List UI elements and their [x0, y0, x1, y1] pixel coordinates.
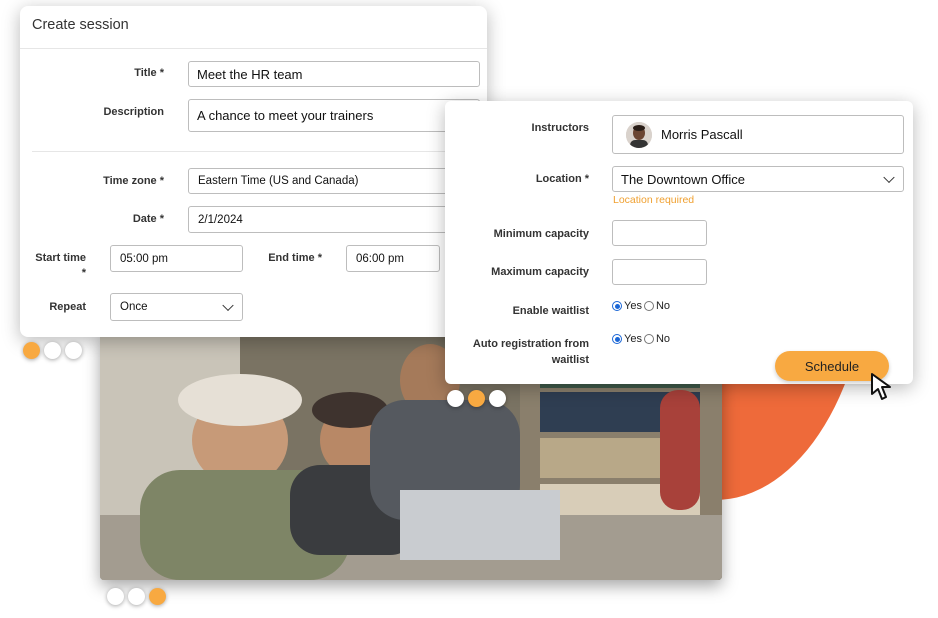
- divider: [32, 151, 477, 152]
- mouse-cursor-icon: [871, 373, 891, 400]
- timezone-select[interactable]: Eastern Time (US and Canada): [188, 168, 480, 194]
- repeat-select[interactable]: Once: [110, 293, 243, 321]
- auto-registration-label: Auto registration from: [472, 338, 589, 350]
- min-capacity-label: Minimum capacity: [493, 228, 589, 240]
- description-textarea[interactable]: A chance to meet your trainers: [188, 99, 480, 132]
- waitlist-radio-group: Yes No: [612, 300, 672, 312]
- auto-registration-yes-radio[interactable]: [612, 334, 622, 344]
- date-label: Date *: [132, 213, 164, 225]
- divider: [20, 48, 487, 49]
- carousel-dot[interactable]: [65, 342, 82, 359]
- min-capacity-input[interactable]: [612, 220, 707, 246]
- max-capacity-input[interactable]: [612, 259, 707, 285]
- auto-registration-no-radio[interactable]: [643, 334, 654, 344]
- auto-registration-yes-label: Yes: [624, 333, 642, 345]
- waitlist-no-label: No: [655, 300, 671, 312]
- title-input[interactable]: Meet the HR team: [188, 61, 480, 87]
- timezone-label: Time zone *: [103, 175, 164, 187]
- chevron-down-icon: [883, 171, 895, 184]
- create-session-panel: Create session Title * Meet the HR team …: [20, 6, 487, 337]
- description-label: Description: [103, 106, 164, 118]
- end-time-label: End time *: [268, 252, 322, 264]
- repeat-label: Repeat: [49, 301, 86, 313]
- carousel-dot[interactable]: [468, 390, 485, 407]
- location-error: Location required: [613, 194, 695, 206]
- carousel-dot[interactable]: [107, 588, 124, 605]
- max-capacity-label: Maximum capacity: [491, 266, 589, 278]
- carousel-dot[interactable]: [44, 342, 61, 359]
- waitlist-yes-label: Yes: [624, 300, 642, 312]
- auto-registration-no-label: No: [655, 333, 671, 345]
- carousel-dots-left: [23, 342, 82, 359]
- carousel-dots-bottom: [107, 588, 166, 605]
- timezone-value: Eastern Time (US and Canada): [198, 175, 359, 187]
- title-label: Title *: [134, 67, 164, 79]
- location-value: The Downtown Office: [621, 171, 746, 187]
- instructor-name: Morris Pascall: [661, 127, 743, 142]
- carousel-dot[interactable]: [489, 390, 506, 407]
- end-time-input[interactable]: 06:00 pm: [346, 245, 440, 272]
- instructor-select[interactable]: Morris Pascall: [612, 115, 904, 154]
- location-label: Location *: [535, 173, 589, 185]
- auto-registration-label-2: waitlist: [551, 354, 589, 366]
- waitlist-yes-radio[interactable]: [612, 301, 622, 311]
- carousel-dot[interactable]: [447, 390, 464, 407]
- start-time-label: Start time: [35, 252, 86, 264]
- start-time-input[interactable]: 05:00 pm: [110, 245, 243, 272]
- carousel-dot[interactable]: [128, 588, 145, 605]
- panel-title: Create session: [32, 17, 129, 33]
- carousel-dots-middle: [447, 390, 506, 407]
- waitlist-label: Enable waitlist: [512, 305, 589, 317]
- repeat-value: Once: [120, 301, 148, 313]
- date-input[interactable]: 2/1/2024: [188, 206, 480, 233]
- carousel-dot[interactable]: [23, 342, 40, 359]
- carousel-dot[interactable]: [149, 588, 166, 605]
- location-select[interactable]: The Downtown Office: [612, 166, 904, 192]
- chevron-down-icon: [222, 299, 234, 312]
- instructors-label: Instructors: [531, 122, 589, 134]
- session-details-panel: Instructors Morris Pascall Location * Th…: [445, 101, 913, 384]
- avatar: [626, 121, 652, 148]
- auto-registration-radio-group: Yes No: [612, 333, 672, 345]
- start-time-required: *: [81, 267, 86, 279]
- waitlist-no-radio[interactable]: [643, 301, 654, 311]
